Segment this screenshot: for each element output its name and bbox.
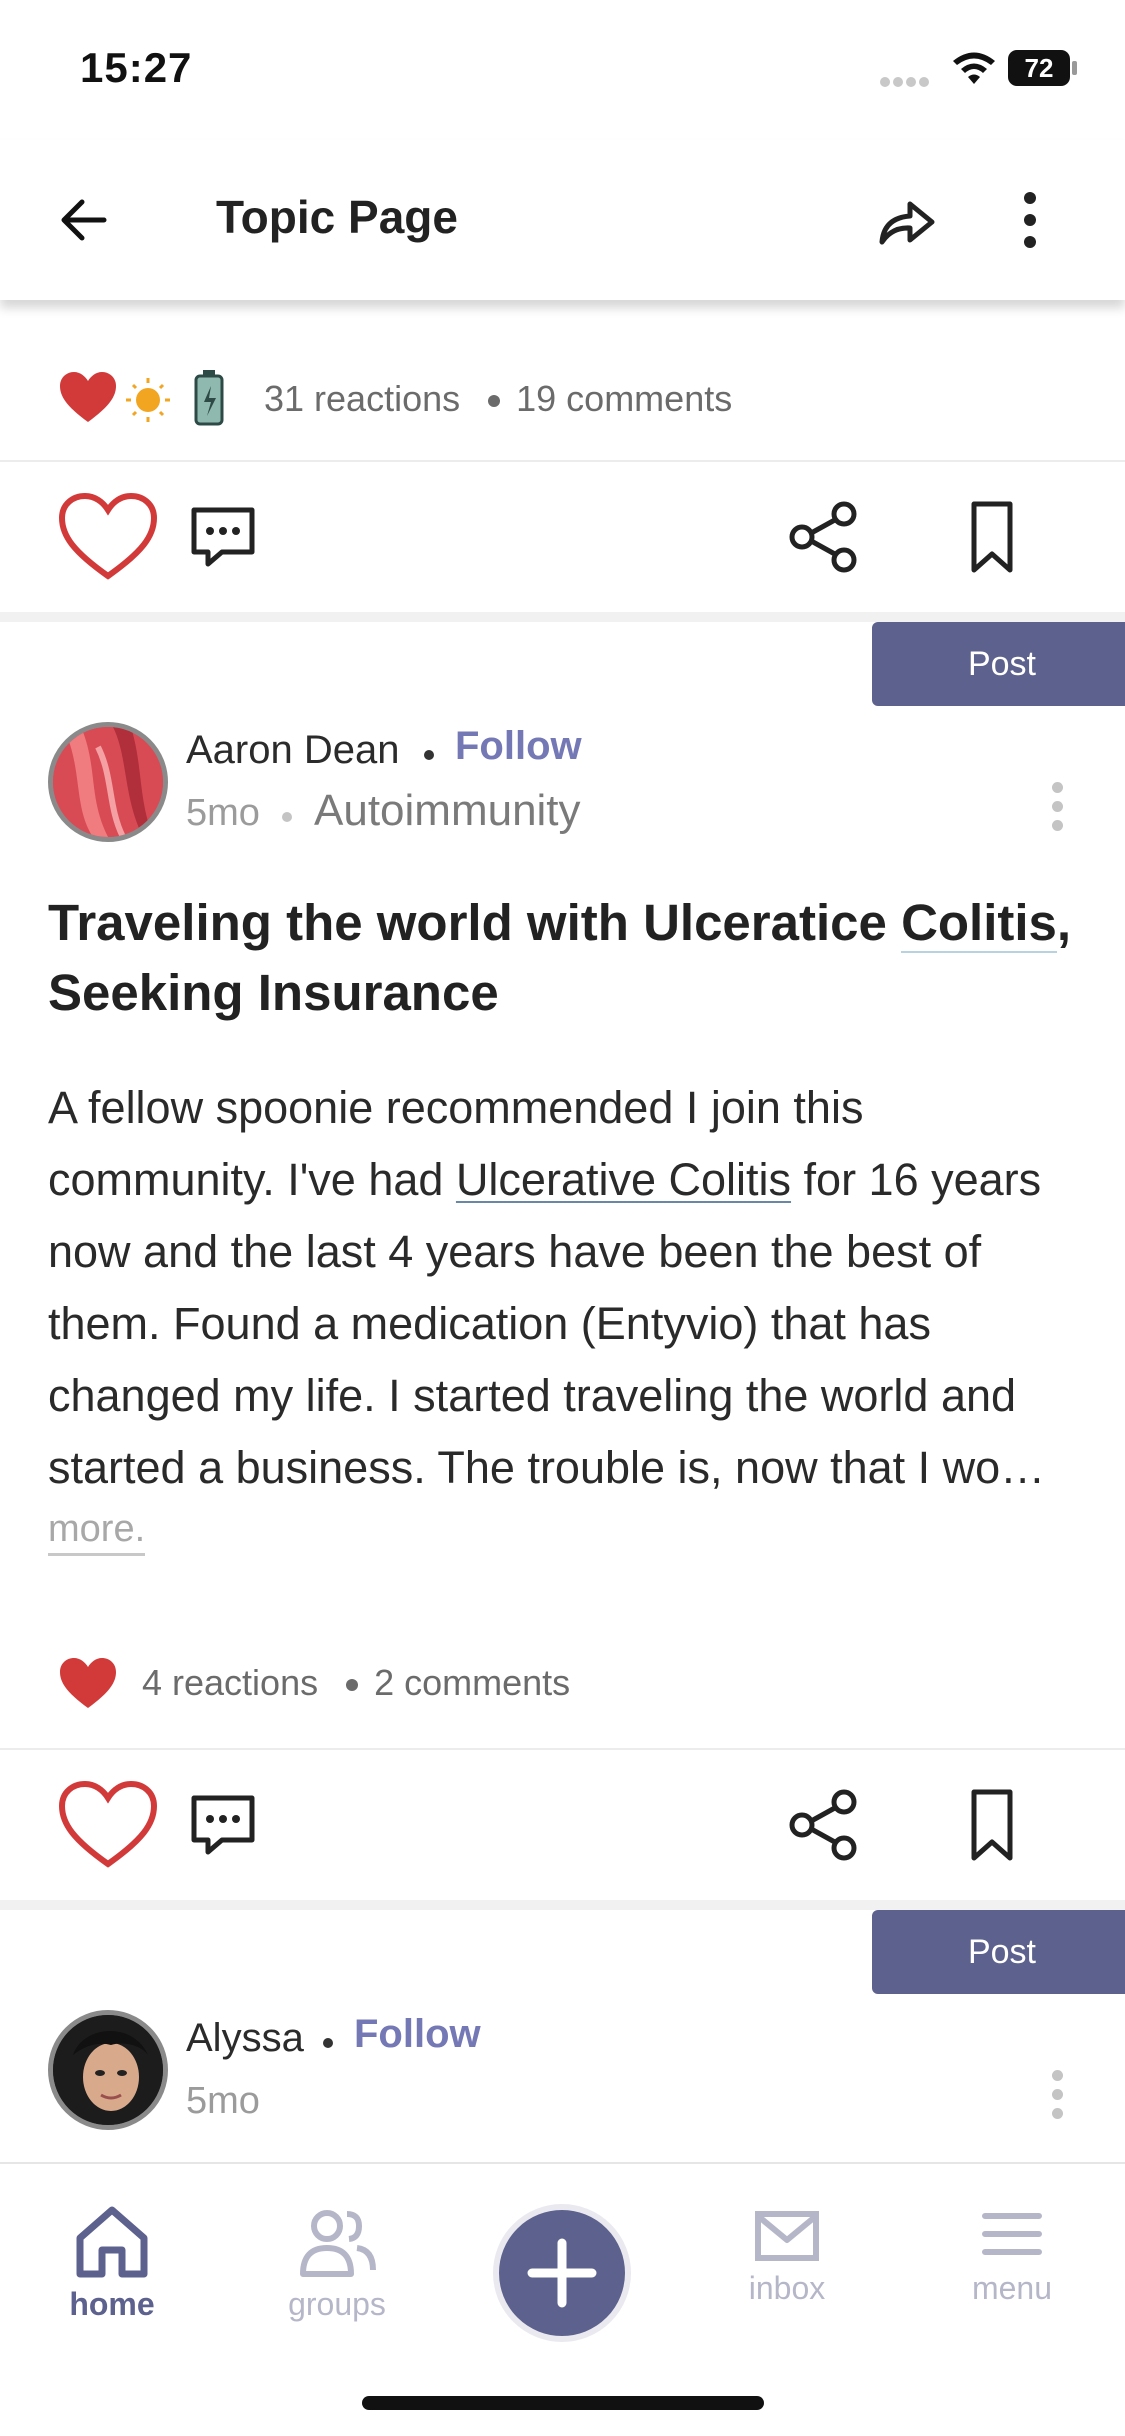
more-vertical-icon[interactable] xyxy=(1000,184,1060,256)
comment-count: 19 comments xyxy=(516,378,733,419)
comment-count: 2 comments xyxy=(374,1662,571,1703)
arrow-left-icon[interactable] xyxy=(48,184,120,256)
reaction-count: 31 reactions 19 comments xyxy=(264,378,733,419)
post-time: 5mo xyxy=(186,792,260,834)
post-actions xyxy=(0,1750,1125,1900)
heart-icon xyxy=(60,372,116,422)
bottom-navigation: home groups inbox menu xyxy=(0,2162,1125,2436)
post-type-badge: Post xyxy=(872,622,1125,706)
nav-home-label: home xyxy=(69,2286,155,2322)
plus-icon xyxy=(527,2238,597,2308)
page-title: Topic Page xyxy=(216,191,458,243)
share-icon[interactable] xyxy=(786,1788,860,1862)
nav-inbox[interactable]: inbox xyxy=(697,2204,877,2307)
post-more-icon[interactable] xyxy=(1050,782,1066,838)
battery-icon xyxy=(194,370,224,426)
post-title[interactable]: Traveling the world with Ulceratice Coli… xyxy=(48,888,1088,1028)
follow-button[interactable]: Follow xyxy=(455,724,582,769)
reaction-summary[interactable]: 31 reactions 19 comments xyxy=(0,352,1125,442)
comment-icon[interactable] xyxy=(186,1790,260,1860)
topic-link[interactable]: Autoimmunity xyxy=(314,786,581,836)
status-time: 15:27 xyxy=(80,44,193,91)
separator-dot xyxy=(323,2038,333,2048)
nav-groups[interactable]: groups xyxy=(247,2204,427,2323)
nav-home[interactable]: home xyxy=(22,2204,202,2323)
comment-icon[interactable] xyxy=(186,502,260,572)
sun-icon xyxy=(126,378,170,422)
share-icon[interactable] xyxy=(786,500,860,574)
add-post-button[interactable] xyxy=(493,2204,631,2342)
hamburger-menu-icon xyxy=(982,2213,1042,2255)
avatar[interactable] xyxy=(48,2010,168,2130)
post-actions xyxy=(0,462,1125,612)
post-separator xyxy=(0,1900,1125,1910)
post-time: 5mo xyxy=(186,2080,260,2122)
home-icon xyxy=(76,2206,148,2278)
nav-menu-label: menu xyxy=(971,2270,1053,2306)
separator-dot xyxy=(282,812,292,822)
status-bar: 15:27 72 xyxy=(0,0,1125,140)
battery-level: 72 xyxy=(1008,50,1070,86)
battery-icon: 72 xyxy=(1008,50,1077,86)
heart-icon xyxy=(60,1658,116,1708)
home-indicator xyxy=(362,2396,764,2410)
separator-dot xyxy=(424,750,434,760)
wifi-icon xyxy=(953,52,995,84)
more-link[interactable]: more. xyxy=(48,1508,146,1556)
condition-link[interactable]: Ulcerative Colitis xyxy=(456,1154,791,1205)
share-forward-icon[interactable] xyxy=(870,184,942,256)
nav-groups-label: groups xyxy=(288,2286,386,2322)
bookmark-icon[interactable] xyxy=(966,498,1018,576)
post-body[interactable]: A fellow spoonie recommended I join this… xyxy=(48,1072,1088,1504)
condition-link[interactable]: Colitis xyxy=(901,894,1057,953)
nav-menu[interactable]: menu xyxy=(922,2204,1102,2307)
author-name[interactable]: Alyssa xyxy=(186,2016,304,2061)
reaction-summary[interactable]: 4 reactions 2 comments xyxy=(0,1636,1125,1726)
mail-icon xyxy=(755,2211,819,2261)
post-type-badge: Post xyxy=(872,1910,1125,1994)
top-app-bar: Topic Page xyxy=(0,140,1125,300)
avatar[interactable] xyxy=(48,722,168,842)
heart-outline-icon[interactable] xyxy=(56,1778,160,1872)
heart-outline-icon[interactable] xyxy=(56,490,160,584)
groups-icon xyxy=(300,2210,376,2277)
post-more-icon[interactable] xyxy=(1050,2070,1066,2126)
nav-inbox-label: inbox xyxy=(748,2270,826,2306)
reaction-icons xyxy=(60,370,224,426)
post-separator xyxy=(0,612,1125,622)
follow-button[interactable]: Follow xyxy=(354,2012,481,2057)
bookmark-icon[interactable] xyxy=(966,1786,1018,1864)
reaction-count: 4 reactions 2 comments xyxy=(142,1662,571,1703)
author-name[interactable]: Aaron Dean xyxy=(186,728,399,773)
signal-icon xyxy=(880,74,936,87)
